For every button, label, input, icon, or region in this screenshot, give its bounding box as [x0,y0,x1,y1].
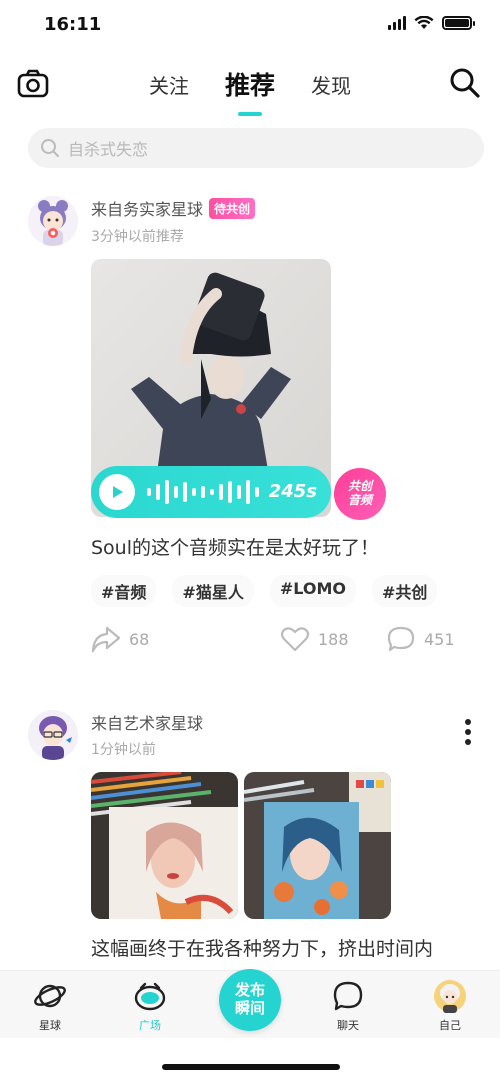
post-source: 来自务实家星球 待共创 [91,196,256,220]
tab-recommend[interactable]: 推荐 [225,60,275,102]
cellular-signal-icon [388,16,406,30]
post-photo[interactable] [91,772,238,919]
square-icon [134,982,166,1011]
tab-square-label: 广场 [139,1019,161,1032]
status-time: 16:11 [44,14,102,35]
tag-audio[interactable]: #音频 [91,575,157,607]
status-icons [388,16,475,30]
post-text: 这幅画终于在我各种努力下，挤出时间内 [91,938,434,960]
post-source-label: 来自艺术家星球 [91,714,204,733]
share-count: 68 [129,629,150,649]
search-icon[interactable] [448,66,482,100]
post-photo[interactable] [244,772,391,919]
tab-me[interactable]: 自己 [420,979,480,1033]
post-time: 1分钟以前 [91,742,156,758]
planet-icon [34,984,66,1008]
waveform-icon [147,480,259,504]
like-button[interactable]: 188 [280,625,349,653]
post-time: 3分钟以前推荐 [91,229,184,245]
post-source-label: 来自务实家星球 [91,200,204,219]
audio-player[interactable]: 245s [91,466,331,518]
post-source: 来自艺术家星球 [91,710,203,734]
audio-duration: 245s [268,481,317,502]
tab-chat-label: 聊天 [337,1019,359,1032]
play-button[interactable] [99,474,135,510]
post-tags: #音频 #猫星人 #LOMO #共创 [91,575,438,607]
wifi-icon [414,16,434,29]
top-nav: 关注 推荐 发现 [0,60,500,110]
tab-me-label: 自己 [439,1019,461,1032]
play-icon [113,486,123,498]
tab-planet-label: 星球 [39,1019,61,1032]
search-icon [41,139,59,157]
avatar[interactable] [28,196,78,246]
battery-icon [442,16,475,30]
more-options-icon[interactable] [464,719,472,745]
post-text: Soul的这个音频实在是太好玩了！ [91,537,380,559]
search-input[interactable]: 自杀式失恋 [28,128,484,168]
heart-icon [280,627,310,652]
tab-discover[interactable]: 发现 [311,60,351,102]
comment-count: 451 [424,629,455,649]
comment-button[interactable]: 451 [386,625,455,653]
tab-follow[interactable]: 关注 [149,60,189,102]
publish-label-line2: 瞬间 [234,999,265,1017]
home-indicator [162,1064,340,1070]
tag-cat-person[interactable]: #猫星人 [172,575,254,607]
search-placeholder: 自杀式失恋 [68,140,149,159]
chat-icon [333,981,363,1011]
profile-avatar [434,980,466,1013]
tab-planet[interactable]: 星球 [20,979,80,1033]
tab-square[interactable]: 广场 [120,979,180,1033]
tag-cocreate[interactable]: #共创 [372,575,438,607]
status-bar: 16:11 [0,0,500,56]
share-button[interactable]: 68 [91,625,149,653]
cocreate-badge-line1: 共创 [347,479,372,493]
post-actions: 68 188 451 [0,625,500,659]
tab-chat[interactable]: 聊天 [318,979,378,1033]
tag-lomo[interactable]: #LOMO [269,575,356,607]
publish-label-line1: 发布 [234,981,265,999]
like-count: 188 [318,629,349,649]
cocreate-pending-badge: 待共创 [209,197,256,219]
cocreate-audio-badge[interactable]: 共创 音频 [334,468,386,520]
publish-moment-button[interactable]: 发布 瞬间 [219,969,281,1031]
avatar[interactable] [28,710,78,760]
share-icon [91,626,121,653]
feed-tabs: 关注 推荐 发现 [0,60,500,102]
cocreate-badge-line2: 音频 [347,493,372,507]
comment-icon [387,626,415,652]
